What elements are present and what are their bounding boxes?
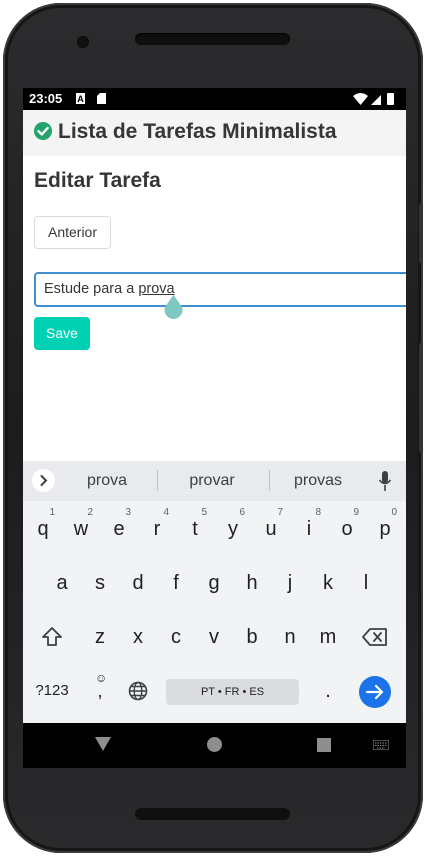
key-hint: 9 xyxy=(353,507,359,518)
key-t[interactable]: t5 xyxy=(177,504,213,554)
key-b[interactable]: b xyxy=(234,612,270,662)
suggestion-item[interactable]: provas xyxy=(268,472,368,490)
key-label: o xyxy=(341,518,353,540)
key-label: r xyxy=(153,518,161,540)
key-y[interactable]: y6 xyxy=(215,504,251,554)
app-title: Lista de Tarefas Minimalista xyxy=(58,120,337,143)
key-label: t xyxy=(192,518,198,540)
soft-keyboard: prova provar provas q1 w2 e3 r4 t5 y6 u7… xyxy=(23,461,406,723)
phone-frame: 23:05 A Lista de Tarefas Minimalista Edi… xyxy=(3,3,423,853)
key-v[interactable]: v xyxy=(196,612,232,662)
key-hint: 2 xyxy=(87,507,93,518)
status-right-icons xyxy=(353,93,394,105)
status-bar: 23:05 A xyxy=(23,88,406,110)
key-o[interactable]: o9 xyxy=(329,504,365,554)
key-hint: 0 xyxy=(391,507,397,518)
suggestion-divider xyxy=(157,470,158,491)
key-j[interactable]: j xyxy=(272,558,308,608)
key-label: q xyxy=(37,518,49,540)
key-label: e xyxy=(113,518,125,540)
backspace-icon xyxy=(362,628,387,646)
home-icon[interactable] xyxy=(206,736,223,753)
symbols-key[interactable]: ?123 xyxy=(30,666,74,716)
key-label: y xyxy=(228,518,238,540)
key-e[interactable]: e3 xyxy=(101,504,137,554)
save-button[interactable]: Save xyxy=(34,317,90,350)
key-hint: 6 xyxy=(239,507,245,518)
suggestion-bar: prova provar provas xyxy=(23,461,406,501)
key-g[interactable]: g xyxy=(196,558,232,608)
key-label: i xyxy=(306,518,312,540)
key-label: w xyxy=(73,518,89,540)
svg-text:A: A xyxy=(77,94,84,104)
suggestion-item[interactable]: provar xyxy=(162,472,262,490)
key-a[interactable]: a xyxy=(44,558,80,608)
key-p[interactable]: p0 xyxy=(367,504,403,554)
key-hint: 5 xyxy=(201,507,207,518)
volume-button xyxy=(419,203,423,263)
chevron-right-icon xyxy=(40,475,48,486)
check-circle-icon xyxy=(34,122,52,140)
key-i[interactable]: i8 xyxy=(291,504,327,554)
camera-icon xyxy=(77,36,89,48)
shift-icon xyxy=(42,627,62,646)
cursor-handle-icon[interactable] xyxy=(164,295,183,319)
key-s[interactable]: s xyxy=(82,558,118,608)
suggestion-expand-button[interactable] xyxy=(32,469,55,492)
space-bar[interactable]: PT • FR • ES xyxy=(166,679,299,705)
power-button xyxy=(419,343,423,453)
signal-icon xyxy=(371,95,381,105)
key-f[interactable]: f xyxy=(158,558,194,608)
key-hint: 3 xyxy=(125,507,131,518)
shift-key[interactable] xyxy=(34,612,70,662)
sd-card-icon xyxy=(97,93,106,104)
task-input-text: Estude para a xyxy=(44,281,139,297)
period-key[interactable]: . xyxy=(310,666,346,716)
page-title: Editar Tarefa xyxy=(34,169,161,192)
key-c[interactable]: c xyxy=(158,612,194,662)
language-key[interactable] xyxy=(120,666,156,716)
screen: 23:05 A Lista de Tarefas Minimalista Edi… xyxy=(23,88,406,768)
top-speaker xyxy=(135,33,290,45)
comma-key[interactable]: ☺ , xyxy=(82,666,118,716)
key-hint: 1 xyxy=(49,507,55,518)
key-d[interactable]: d xyxy=(120,558,156,608)
bottom-speaker xyxy=(135,808,290,820)
task-input[interactable]: Estude para a prova xyxy=(34,272,406,307)
key-w[interactable]: w2 xyxy=(63,504,99,554)
status-time: 23:05 xyxy=(29,91,63,106)
recents-icon[interactable] xyxy=(317,738,331,752)
arrow-right-icon xyxy=(365,684,384,700)
key-r[interactable]: r4 xyxy=(139,504,175,554)
key-u[interactable]: u7 xyxy=(253,504,289,554)
key-m[interactable]: m xyxy=(310,612,346,662)
keyboard-switch-icon[interactable] xyxy=(373,740,389,750)
key-k[interactable]: k xyxy=(310,558,346,608)
key-label: u xyxy=(265,518,277,540)
wifi-icon xyxy=(353,93,368,105)
backspace-key[interactable] xyxy=(357,612,393,662)
suggestion-item[interactable]: prova xyxy=(57,472,157,490)
enter-key[interactable] xyxy=(359,676,391,708)
key-x[interactable]: x xyxy=(120,612,156,662)
key-hint: 8 xyxy=(315,507,321,518)
key-label: p xyxy=(379,518,391,540)
navigation-bar xyxy=(23,723,406,768)
key-hint: 7 xyxy=(277,507,283,518)
key-hint: 4 xyxy=(163,507,169,518)
key-l[interactable]: l xyxy=(348,558,384,608)
key-n[interactable]: n xyxy=(272,612,308,662)
app-bar: Lista de Tarefas Minimalista xyxy=(23,110,406,156)
notification-a-icon: A xyxy=(76,93,85,104)
battery-icon xyxy=(387,93,394,105)
key-h[interactable]: h xyxy=(234,558,270,608)
globe-icon xyxy=(128,681,148,701)
emoji-icon: ☺ xyxy=(95,671,108,685)
key-q[interactable]: q1 xyxy=(25,504,61,554)
previous-button[interactable]: Anterior xyxy=(34,216,111,249)
microphone-icon[interactable] xyxy=(378,471,392,491)
back-icon[interactable] xyxy=(95,737,111,751)
